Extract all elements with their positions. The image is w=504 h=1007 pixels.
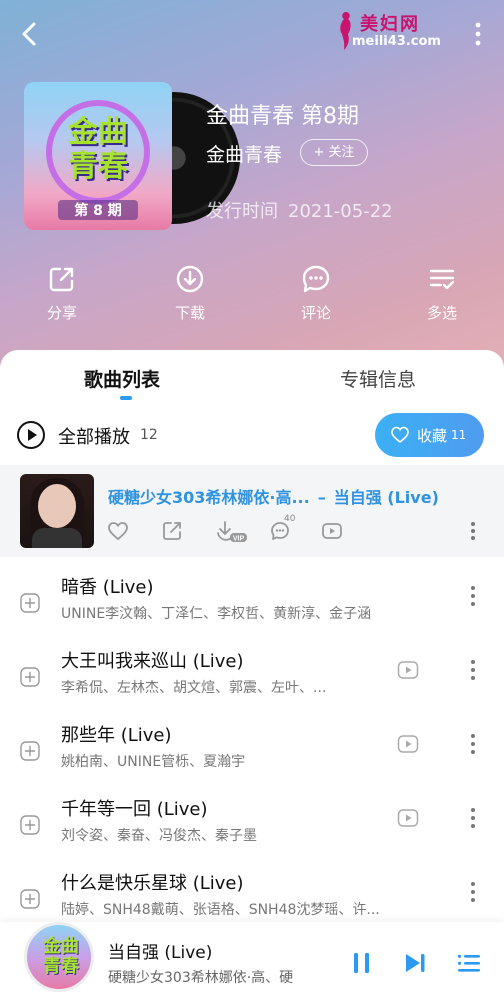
follow-button[interactable]: + 关注 [300, 139, 368, 166]
vip-badge: VIP [233, 536, 245, 543]
collect-label: 收藏 [417, 427, 448, 445]
song-artists: 陆婷、SNH48戴萌、张语格、SNH48沈梦瑶、许... [61, 902, 380, 918]
pause-icon[interactable] [350, 950, 374, 976]
watermark-brand: 美妇网 [360, 14, 420, 35]
song-artists: 刘令姿、秦奋、冯俊杰、秦子墨 [61, 828, 257, 844]
player-disc-text: 金曲青春 [43, 936, 79, 977]
cover-title: 金曲青春 [68, 115, 128, 184]
separator: – [317, 488, 326, 507]
comment-count: 40 [284, 514, 296, 524]
share-icon [49, 267, 74, 292]
mv-play-icon[interactable] [320, 519, 344, 543]
play-all-count: 12 [140, 427, 158, 443]
multiselect-button[interactable]: 多选 [402, 264, 482, 323]
cover-episode: 第 8 期 [58, 200, 138, 220]
mini-player[interactable]: 金曲青春 当自强 (Live) 硬糖少女303希林娜依·高、硬 [0, 922, 504, 1007]
add-to-playlist-icon[interactable] [20, 741, 40, 761]
add-to-playlist-icon[interactable] [20, 593, 40, 613]
row-more-icon[interactable] [463, 519, 483, 543]
share-icon[interactable] [160, 519, 184, 543]
song-title: 大王叫我来巡山 (Live) [61, 651, 244, 672]
collect-button[interactable]: 收藏 11 [375, 413, 484, 457]
song-row[interactable]: 那些年 (Live) 姚柏南、UNINE管栎、夏瀚宇 [0, 719, 504, 793]
comment-icon [302, 265, 330, 293]
now-playing-artist: 硬糖少女303希林娜依·高... [108, 488, 310, 507]
add-to-playlist-icon[interactable] [20, 889, 40, 909]
now-playing-line[interactable]: 硬糖少女303希林娜依·高... – 当自强 (Live) [108, 484, 439, 508]
player-disc[interactable]: 金曲青春 [24, 922, 94, 992]
release-info: 发行时间 2021-05-22 [206, 197, 393, 223]
row-more-icon[interactable] [468, 805, 478, 831]
download-button[interactable]: 下载 [150, 264, 230, 323]
multiselect-icon [429, 269, 455, 290]
release-label: 发行时间 [206, 201, 278, 222]
now-playing-row[interactable] [0, 465, 504, 557]
player-title: 当自强 (Live) [108, 943, 213, 963]
row-more-icon[interactable] [468, 879, 478, 905]
song-thumbnail [20, 474, 94, 548]
song-artists: UNINE李汶翰、丁泽仁、李权哲、黄新淳、金子涵 [61, 606, 372, 622]
player-artist: 硬糖少女303希林娜依·高、硬 [108, 970, 294, 986]
now-playing-title: 当自强 (Live) [333, 488, 439, 507]
song-title: 千年等一回 (Live) [61, 799, 208, 820]
add-to-playlist-icon[interactable] [20, 667, 40, 687]
back-icon[interactable] [14, 18, 46, 50]
play-circle-icon [17, 421, 45, 449]
tab-song-list[interactable]: 歌曲列表 [84, 365, 160, 392]
song-artists: 姚柏南、UNINE管栎、夏瀚宇 [61, 754, 246, 770]
album-cover[interactable]: 金曲青春 第 8 期 [24, 82, 172, 230]
multiselect-label: 多选 [426, 304, 457, 322]
song-title: 什么是快乐星球 (Live) [61, 873, 244, 894]
watermark-url: meili43.com [352, 34, 441, 49]
collect-count: 11 [451, 428, 467, 442]
share-button[interactable]: 分享 [22, 264, 102, 323]
comment-button[interactable]: 评论 [276, 264, 356, 323]
release-date: 2021-05-22 [288, 201, 393, 222]
row-more-icon[interactable] [468, 731, 478, 757]
song-title: 暗香 (Live) [61, 577, 154, 598]
song-artists: 李希侃、左林杰、胡文煊、郭震、左叶、... [61, 680, 327, 696]
download-label: 下载 [174, 304, 205, 322]
share-label: 分享 [46, 304, 77, 322]
tab-album-info[interactable]: 专辑信息 [340, 365, 416, 392]
tab-indicator [120, 396, 132, 400]
download-icon [176, 265, 204, 293]
mv-play-icon[interactable] [397, 659, 419, 681]
song-row[interactable]: 千年等一回 (Live) 刘令姿、秦奋、冯俊杰、秦子墨 [0, 793, 504, 867]
heart-icon [391, 426, 409, 444]
more-options-icon[interactable] [468, 20, 488, 48]
song-row[interactable]: 大王叫我来巡山 (Live) 李希侃、左林杰、胡文煊、郭震、左叶、... [0, 645, 504, 719]
next-track-icon[interactable] [402, 950, 428, 976]
album-title: 金曲青春 第8期 [206, 104, 359, 129]
mv-play-icon[interactable] [397, 733, 419, 755]
song-title: 那些年 (Live) [61, 725, 172, 746]
artist-name[interactable]: 金曲青春 [206, 140, 282, 167]
song-row[interactable]: 暗香 (Live) UNINE李汶翰、丁泽仁、李权哲、黄新淳、金子涵 [0, 571, 504, 645]
watermark: 美妇网 meili43.com [334, 8, 454, 54]
comment-label: 评论 [300, 304, 331, 322]
mv-play-icon[interactable] [397, 807, 419, 829]
download-vip-icon[interactable]: VIP [214, 519, 248, 543]
row-more-icon[interactable] [468, 583, 478, 609]
like-icon[interactable] [106, 519, 130, 543]
play-all-label: 全部播放 [58, 427, 130, 448]
album-header: 美妇网 meili43.com 金曲青春 第 8 期 金曲青春 第8期 金曲青春… [0, 0, 504, 380]
add-to-playlist-icon[interactable] [20, 815, 40, 835]
row-more-icon[interactable] [468, 657, 478, 683]
playlist-icon[interactable] [456, 950, 482, 976]
